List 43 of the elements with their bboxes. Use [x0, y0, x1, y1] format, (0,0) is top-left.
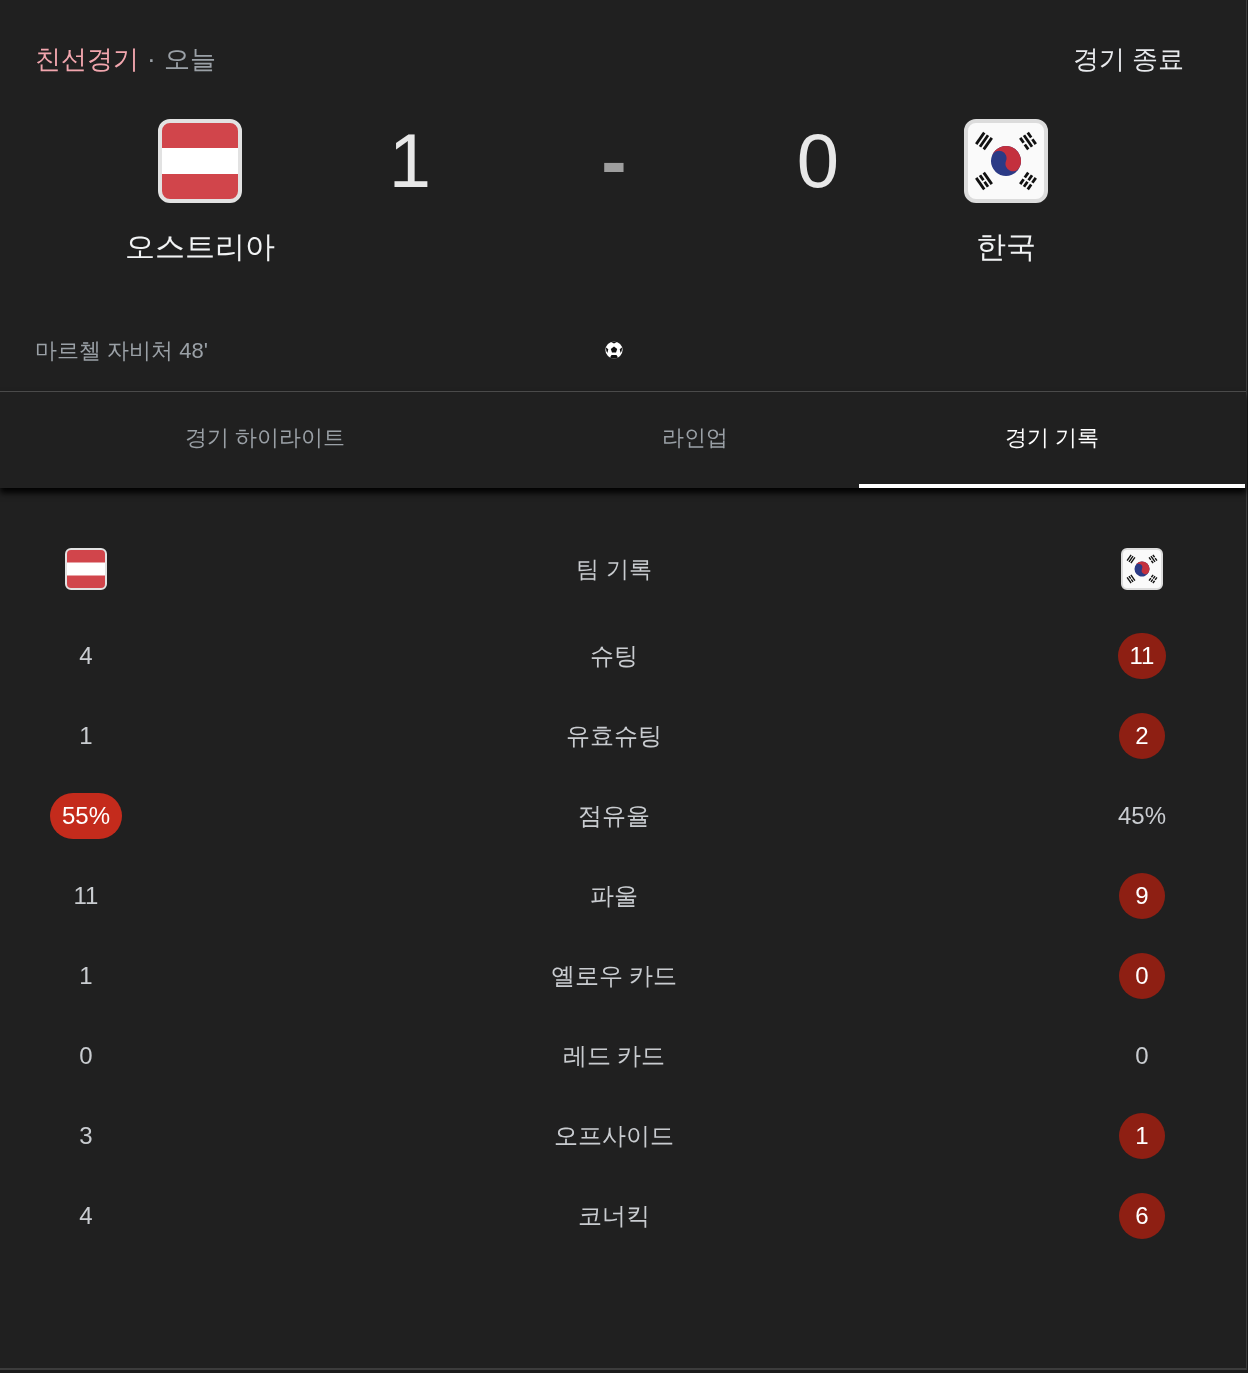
stat-label: 옐로우 카드	[550, 961, 678, 991]
stat-label: 파울	[590, 881, 638, 911]
tab[interactable]: 경기 기록	[859, 392, 1245, 488]
match-date: 오늘	[163, 43, 216, 76]
stat-value: 3	[79, 1121, 93, 1151]
soccer-ball-icon	[605, 341, 623, 359]
stat-value: 1	[79, 721, 93, 751]
stat-value-badge: 55%	[49, 793, 122, 839]
score-separator: -	[601, 119, 627, 203]
stat-value-badge: 1	[1119, 1113, 1165, 1159]
tab[interactable]: 경기 하이라이트	[0, 392, 530, 488]
stat-label: 레드 카드	[562, 1041, 666, 1071]
score: 0	[796, 119, 840, 203]
stat-value: 4	[79, 1201, 93, 1231]
flag-icon	[1121, 548, 1163, 590]
stat-label: 오프사이드	[554, 1121, 674, 1151]
stat-value-badge: 9	[1119, 873, 1165, 919]
stat-value: 1	[79, 961, 93, 991]
stat-value-badge: 11	[1117, 633, 1167, 679]
team-name: 한국	[976, 229, 1036, 265]
stat-value: 0	[79, 1041, 93, 1071]
match-status: 경기 종료	[1072, 43, 1184, 76]
stat-label: 유효슈팅	[566, 721, 662, 751]
stat-value: 0	[1135, 1041, 1149, 1071]
stat-value-badge: 6	[1119, 1193, 1165, 1239]
separator-dot: ·	[147, 43, 156, 76]
flag-icon	[65, 548, 107, 590]
team-name: 오스트리아	[125, 229, 275, 265]
competition-label: 친선경기	[35, 43, 139, 76]
stat-value: 11	[73, 881, 99, 911]
stat-value-badge: 0	[1119, 953, 1165, 999]
stats-title: 팀 기록	[576, 554, 652, 584]
flag-icon	[158, 119, 242, 203]
tab[interactable]: 라인업	[530, 392, 859, 488]
stat-value: 45%	[1117, 801, 1166, 831]
stat-label: 슈팅	[590, 641, 638, 671]
score: 1	[388, 119, 432, 203]
stat-label: 코너킥	[578, 1201, 650, 1231]
stat-value-badge: 2	[1119, 713, 1165, 759]
stat-value: 4	[79, 641, 93, 671]
goal-scorer: 마르첼 자비처 48'	[35, 336, 208, 365]
flag-icon	[964, 119, 1048, 203]
stat-label: 점유율	[578, 801, 650, 831]
